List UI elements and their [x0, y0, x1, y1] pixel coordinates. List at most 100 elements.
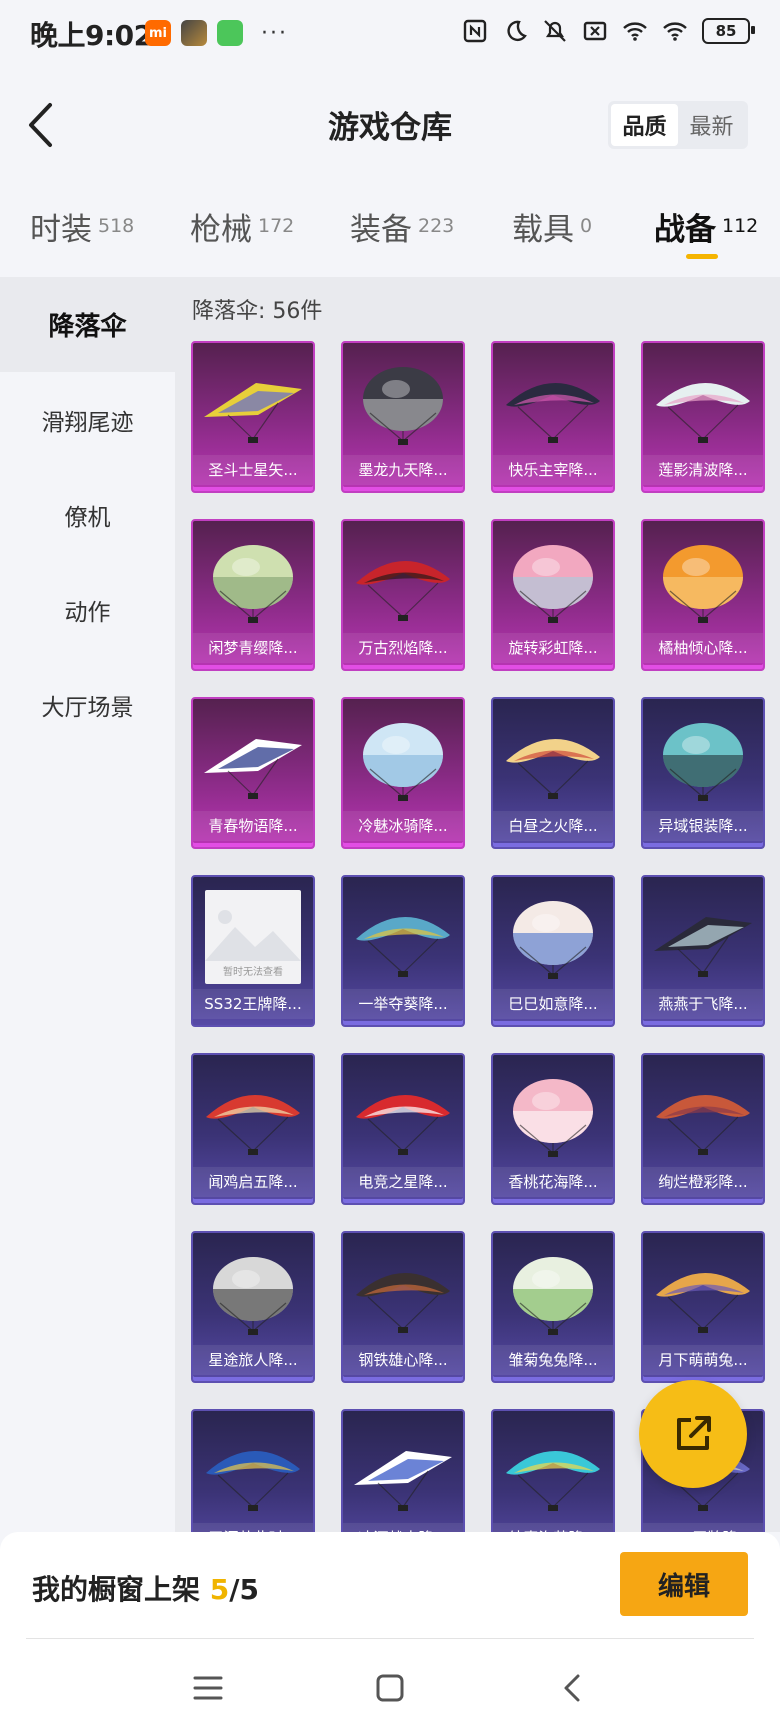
share-fab[interactable] — [639, 1380, 747, 1488]
parachute-image — [493, 351, 613, 455]
notification-icons: mi ··· — [145, 20, 288, 46]
parachute-image — [343, 707, 463, 811]
parachute-image — [343, 885, 463, 989]
image-placeholder: 暂时无法查看 — [205, 890, 301, 984]
sidebar-item-emote[interactable]: 动作 — [0, 562, 175, 657]
item-name: 闲梦青缨降... — [193, 633, 313, 663]
sidebar-item-lobby-scene[interactable]: 大厅场景 — [0, 657, 175, 752]
item-card[interactable]: 莲影清波降... — [641, 341, 765, 493]
menu-nav-button[interactable] — [183, 1666, 233, 1710]
item-card[interactable]: 雏菊兔兔降... — [491, 1231, 615, 1383]
parachute-image — [643, 707, 763, 811]
item-name: 旋转彩虹降... — [493, 633, 613, 663]
tab-label: 装备 — [350, 212, 412, 248]
sort-by-quality[interactable]: 品质 — [611, 104, 678, 146]
battery-icon: 85 — [702, 18, 755, 44]
item-card[interactable]: 万古烈焰降... — [341, 519, 465, 671]
item-card[interactable]: 墨龙九天降... — [341, 341, 465, 493]
item-card[interactable]: 异域银装降... — [641, 697, 765, 849]
item-card[interactable]: 月下萌萌兔... — [641, 1231, 765, 1383]
item-name: 天涯共此时... — [193, 1523, 313, 1532]
item-name: 冰河战士降... — [343, 1523, 463, 1532]
showcase-bar: 我的橱窗上架 5/5 编辑 — [0, 1532, 780, 1642]
parachute-icon — [206, 1450, 300, 1511]
item-name: 纯真泡芙降... — [493, 1523, 613, 1532]
parachute-image — [493, 1063, 613, 1167]
tab-count: 112 — [722, 215, 759, 237]
item-card[interactable]: 橘柚倾心降... — [641, 519, 765, 671]
item-card[interactable]: 香桃花海降... — [491, 1053, 615, 1205]
parachute-icon — [506, 1450, 600, 1511]
tab-equipment[interactable]: 装备 223 — [350, 204, 454, 249]
category-tabs: 时装 518 枪械 172 装备 223 载具 0 战备 112 — [0, 190, 780, 270]
item-card[interactable]: 钢铁雄心降... — [341, 1231, 465, 1383]
parachute-image — [193, 707, 313, 811]
tab-label: 载具 — [512, 212, 574, 248]
parachute-image — [193, 1063, 313, 1167]
item-name: 巳巳如意降... — [493, 989, 613, 1019]
parachute-image — [643, 529, 763, 633]
parachute-image — [343, 351, 463, 455]
external-link-icon — [677, 1416, 711, 1450]
edit-button[interactable]: 编辑 — [620, 1552, 748, 1616]
parachute-image — [643, 351, 763, 455]
item-card[interactable]: 电竞之星降... — [341, 1053, 465, 1205]
item-card[interactable]: 暂时无法查看 SS32王牌降... — [191, 875, 315, 1027]
item-card[interactable]: 天涯共此时... — [191, 1409, 315, 1532]
tab-war-prep[interactable]: 战备 112 — [654, 204, 758, 249]
item-name: 万古烈焰降... — [343, 633, 463, 663]
parachute-image — [343, 1241, 463, 1345]
back-triangle-icon — [564, 1674, 580, 1702]
item-name: 圣斗士星矢... — [193, 455, 313, 485]
item-card[interactable]: 闻鸡启五降... — [191, 1053, 315, 1205]
item-card[interactable]: 巳巳如意降... — [491, 875, 615, 1027]
item-card[interactable]: 星途旅人降... — [191, 1231, 315, 1383]
item-card[interactable]: 快乐主宰降... — [491, 341, 615, 493]
item-card[interactable]: 一举夺葵降... — [341, 875, 465, 1027]
item-name: 钢铁雄心降... — [343, 1345, 463, 1375]
item-card[interactable]: 燕燕于飞降... — [641, 875, 765, 1027]
item-card[interactable]: 青春物语降... — [191, 697, 315, 849]
parachute-icon — [363, 367, 443, 445]
item-card[interactable]: 旋转彩虹降... — [491, 519, 615, 671]
home-nav-button[interactable] — [365, 1666, 415, 1710]
parachute-image — [193, 1241, 313, 1345]
parachute-icon — [513, 901, 593, 979]
parachute-image — [193, 1419, 313, 1523]
back-nav-button[interactable] — [547, 1666, 597, 1710]
item-grid: 圣斗士星矢... 墨龙九天降... 快乐主宰降... 莲影清波降... 闲梦青缨… — [191, 341, 765, 1532]
more-notifications-icon: ··· — [261, 20, 288, 46]
tab-vehicles[interactable]: 载具 0 — [512, 204, 592, 249]
item-name: 莲影清波降... — [643, 455, 763, 485]
item-card[interactable]: 闲梦青缨降... — [191, 519, 315, 671]
square-icon — [376, 1674, 404, 1702]
parachute-icon — [213, 1257, 293, 1335]
parachute-icon — [354, 1451, 452, 1511]
item-card[interactable]: 冷魅冰骑降... — [341, 697, 465, 849]
parachute-icon — [206, 1094, 300, 1155]
sidebar-item-parachute[interactable]: 降落伞 — [0, 277, 175, 372]
tab-label: 战备 — [654, 212, 716, 248]
item-name: 香桃花海降... — [493, 1167, 613, 1197]
clock: 晚上9:02 — [30, 19, 153, 52]
item-name: 墨龙九天降... — [343, 455, 463, 485]
item-card[interactable]: 冰河战士降... — [341, 1409, 465, 1532]
parachute-image — [643, 885, 763, 989]
sidebar-item-wingman[interactable]: 僚机 — [0, 467, 175, 562]
item-name: 冷魅冰骑降... — [343, 811, 463, 841]
item-card[interactable]: 圣斗士星矢... — [191, 341, 315, 493]
sort-by-newest[interactable]: 最新 — [678, 104, 745, 146]
parachute-image — [343, 1063, 463, 1167]
tab-count: 223 — [418, 215, 455, 237]
parachute-icon — [656, 382, 750, 443]
sidebar-item-glide-trail[interactable]: 滑翔尾迹 — [0, 372, 175, 467]
tab-fashion[interactable]: 时装 518 — [30, 204, 134, 249]
item-card[interactable]: 纯真泡芙降... — [491, 1409, 615, 1532]
item-name: 异域银装降... — [643, 811, 763, 841]
item-card[interactable]: 绚烂橙彩降... — [641, 1053, 765, 1205]
item-name: 橘柚倾心降... — [643, 633, 763, 663]
parachute-icon — [513, 1257, 593, 1335]
tab-weapons[interactable]: 枪械 172 — [190, 204, 294, 249]
item-card[interactable]: 白昼之火降... — [491, 697, 615, 849]
tab-count: 518 — [98, 215, 135, 237]
